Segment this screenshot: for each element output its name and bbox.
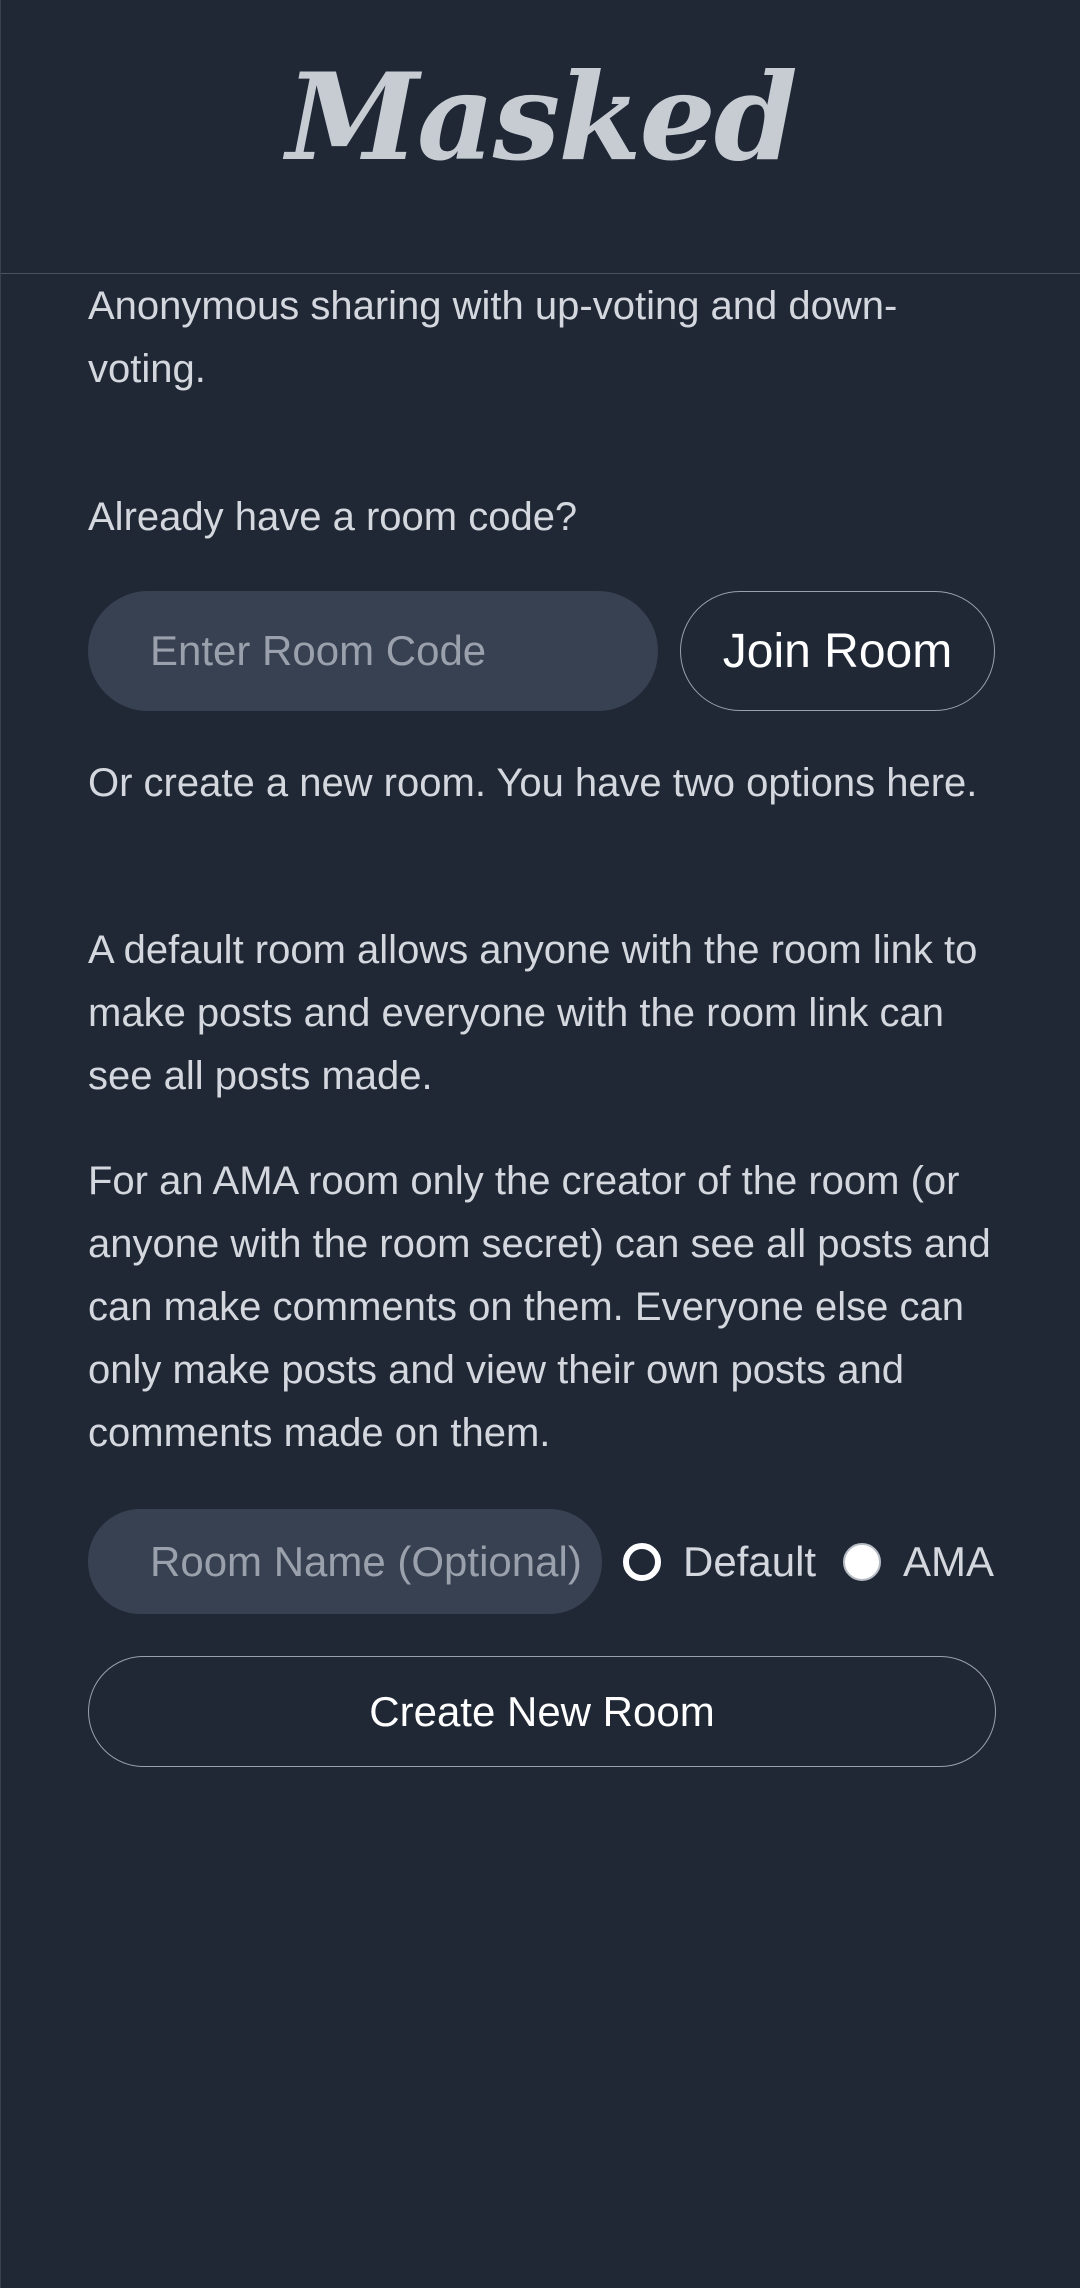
create-new-room-button[interactable]: Create New Room	[88, 1656, 996, 1767]
radio-label-default: Default	[683, 1537, 817, 1585]
radio-checked-icon[interactable]	[623, 1542, 661, 1581]
room-code-input[interactable]	[88, 591, 658, 711]
default-room-description: A default room allows anyone with the ro…	[88, 928, 978, 1098]
radio-option-default[interactable]: Default	[623, 1509, 816, 1614]
join-prompt: Already have a room code?	[88, 495, 578, 539]
app-logo: Masked	[286, 47, 798, 188]
radio-label-ama: AMA	[903, 1537, 995, 1585]
app-header: Masked	[1, 0, 1080, 274]
radio-option-ama[interactable]: AMA	[843, 1509, 994, 1614]
create-intro: Or create a new room. You have two optio…	[88, 761, 978, 805]
radio-unchecked-icon[interactable]	[843, 1542, 881, 1581]
join-room-button[interactable]: Join Room	[680, 591, 995, 711]
tagline: Anonymous sharing with up-voting and dow…	[88, 284, 898, 391]
ama-room-description: For an AMA room only the creator of the …	[88, 1159, 991, 1455]
room-name-input[interactable]	[88, 1509, 602, 1614]
